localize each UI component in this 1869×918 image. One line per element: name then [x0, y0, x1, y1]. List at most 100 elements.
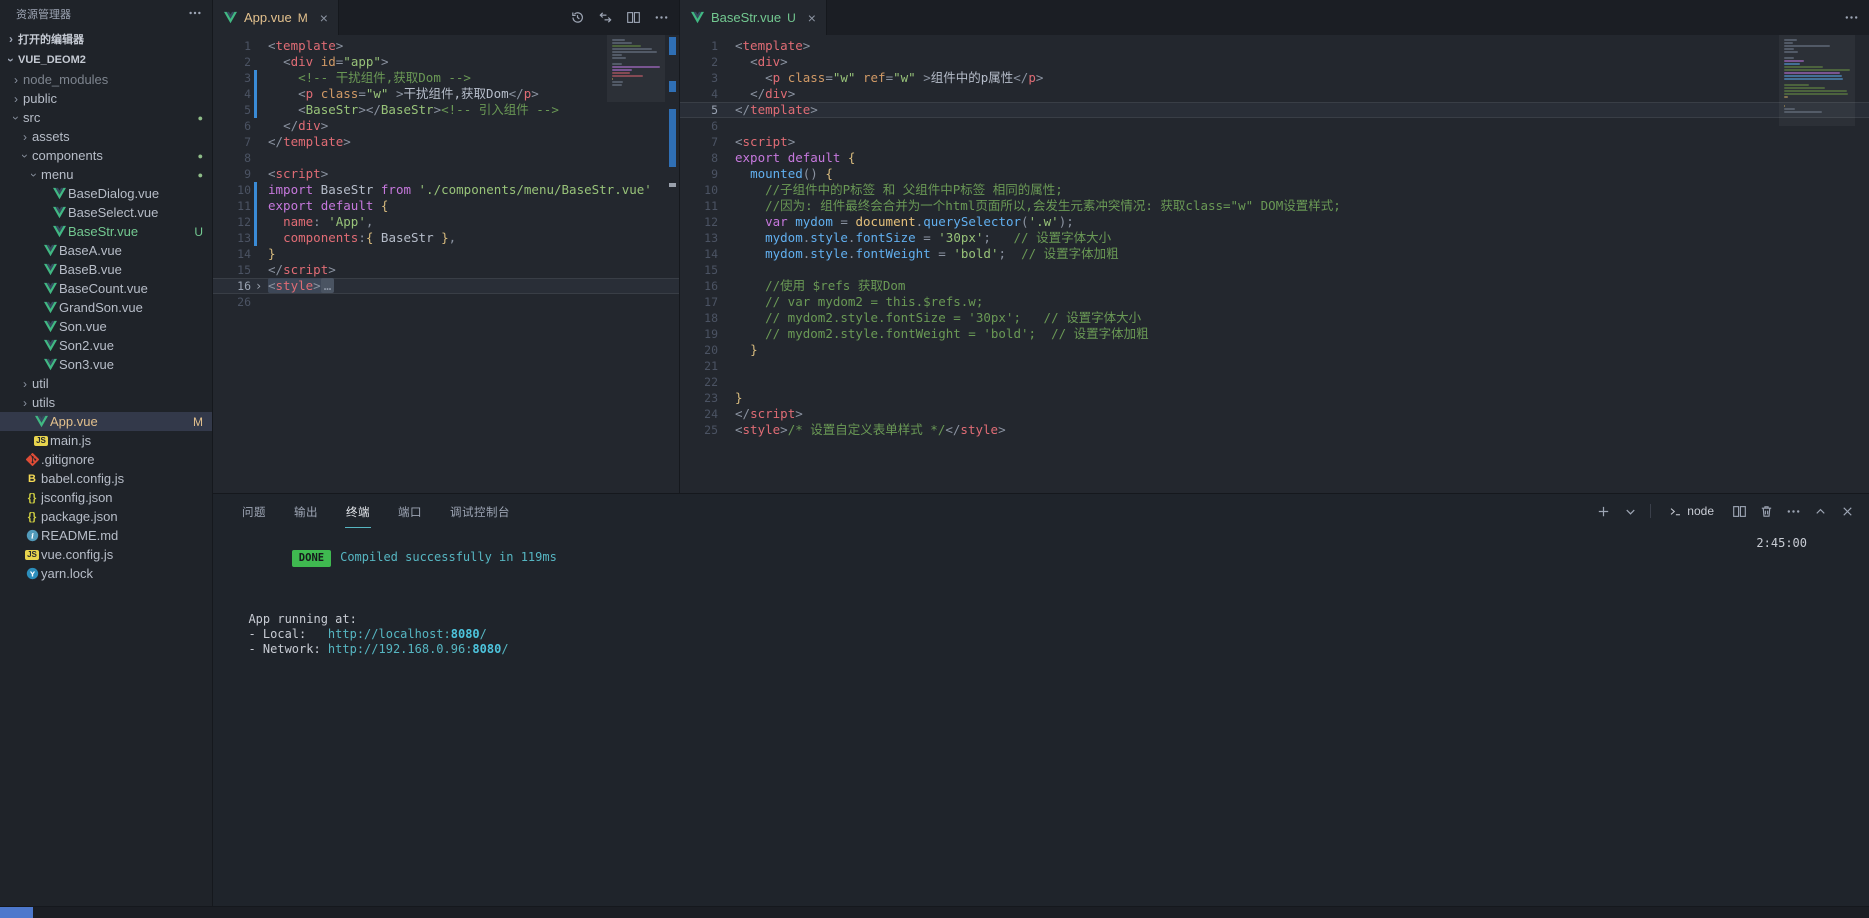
close-icon[interactable]: ×: [808, 11, 816, 25]
open-editors-section[interactable]: › 打开的编辑器: [0, 28, 212, 49]
editor-basestr-vue[interactable]: 1 <template> 2 <div> 3 <p class="w" ref="w"…: [680, 35, 1869, 493]
terminal-link[interactable]: http://192.168.0.96:: [328, 642, 473, 656]
panel-tab-输出[interactable]: 输出: [293, 495, 319, 528]
tree-item-yarn-lock[interactable]: Yyarn.lock: [0, 564, 212, 583]
ruler-decoration: [669, 37, 676, 55]
terminal-link[interactable]: http://localhost:: [328, 627, 451, 641]
tree-item-node-modules[interactable]: › node_modules: [0, 70, 212, 89]
code-line: 8 export default {: [711, 150, 856, 165]
tabbar-right: BaseStr.vue U ×: [680, 0, 1869, 35]
split-terminal-icon[interactable]: [1732, 504, 1747, 519]
maximize-panel-icon[interactable]: [1813, 504, 1828, 519]
babel-file-icon: B: [28, 472, 36, 485]
file-name: BaseA.vue: [59, 243, 122, 258]
file-name: BaseDialog.vue: [68, 186, 160, 201]
chevron-right-icon: ›: [9, 31, 13, 46]
timeline-icon[interactable]: [570, 10, 585, 25]
tree-item-main-js[interactable]: JS main.js: [0, 431, 212, 450]
close-icon[interactable]: ×: [320, 11, 328, 25]
modified-line-marker: [254, 182, 257, 198]
fold-icon[interactable]: ›: [255, 278, 262, 294]
tree-item-babel-config-js[interactable]: Bbabel.config.js: [0, 469, 212, 488]
terminal-link[interactable]: /: [480, 627, 487, 641]
more-actions-icon[interactable]: [654, 10, 669, 25]
open-changes-icon[interactable]: [598, 10, 613, 25]
remote-indicator[interactable]: [0, 907, 33, 918]
tree-item--gitignore[interactable]: .gitignore: [0, 450, 212, 469]
editor-app-vue[interactable]: 1 <template> 2 <div id="app"> 3 <!-- 干扰组件,获…: [213, 35, 679, 493]
close-panel-icon[interactable]: [1840, 504, 1855, 519]
modified-line-marker: [254, 230, 257, 246]
file-tree: › node_modules › public › src ● › assets › compone…: [0, 70, 212, 583]
tab-basestr-vue[interactable]: BaseStr.vue U ×: [680, 0, 827, 35]
terminal-instance-node[interactable]: node: [1663, 502, 1720, 520]
more-actions-icon[interactable]: [1844, 10, 1859, 25]
code-line: 20 }: [704, 342, 758, 357]
tree-item-basedialog-vue[interactable]: BaseDialog.vue: [0, 184, 212, 203]
code-line: 12 name: 'App',: [237, 214, 374, 230]
terminal-dropdown-icon[interactable]: [1623, 504, 1638, 519]
modified-line-marker: [254, 214, 257, 230]
terminal-output[interactable]: DONE Compiled successfully in 119ms 2:45:…: [213, 528, 1869, 657]
tree-item-public[interactable]: › public: [0, 89, 212, 108]
separator: [1650, 504, 1652, 518]
explorer-more-icon[interactable]: [188, 6, 202, 23]
tree-item-baseselect-vue[interactable]: BaseSelect.vue: [0, 203, 212, 222]
tree-item-assets[interactable]: › assets: [0, 127, 212, 146]
kill-terminal-icon[interactable]: [1759, 504, 1774, 519]
project-section[interactable]: › VUE_DEOM2: [0, 49, 212, 70]
panel-tab-端口[interactable]: 端口: [397, 495, 423, 528]
tree-item-app-vue[interactable]: App.vue M: [0, 412, 212, 431]
chevron-right-icon: ›: [23, 395, 27, 410]
code-line: 21: [704, 359, 718, 373]
tree-item-son2-vue[interactable]: Son2.vue: [0, 336, 212, 355]
tab-app-vue[interactable]: App.vue M ×: [213, 0, 339, 35]
new-terminal-icon[interactable]: [1596, 504, 1611, 519]
tree-item-jsconfig-json[interactable]: {} jsconfig.json: [0, 488, 212, 507]
minimap-left[interactable]: [612, 39, 664, 90]
panel-actions: node: [1596, 502, 1855, 520]
tree-item-baseb-vue[interactable]: BaseB.vue: [0, 260, 212, 279]
terminal-link[interactable]: /: [501, 642, 508, 656]
terminal-link[interactable]: 8080: [472, 642, 501, 656]
split-editor-icon[interactable]: [626, 10, 641, 25]
tree-item-son3-vue[interactable]: Son3.vue: [0, 355, 212, 374]
code-line: 24 </script>: [704, 406, 803, 421]
tree-item-basea-vue[interactable]: BaseA.vue: [0, 241, 212, 260]
panel-more-icon[interactable]: [1786, 504, 1801, 519]
vue-file-icon: [41, 244, 59, 257]
panel-tab-终端[interactable]: 终端: [345, 495, 371, 528]
panel-tab-调试控制台[interactable]: 调试控制台: [449, 495, 511, 528]
terminal-link[interactable]: 8080: [451, 627, 480, 641]
tree-item-readme-md[interactable]: i README.md: [0, 526, 212, 545]
tree-item-basestr-vue[interactable]: BaseStr.vue U: [0, 222, 212, 241]
chevron-down-icon: ›: [4, 57, 18, 62]
tree-item-vue-config-js[interactable]: JS vue.config.js: [0, 545, 212, 564]
code-line: 5 </template>: [680, 102, 1869, 118]
panel-tab-问题[interactable]: 问题: [241, 495, 267, 528]
file-name: Son.vue: [59, 319, 107, 334]
file-name: assets: [32, 129, 70, 144]
bottom-panel: 问题 输出 终端 端口 调试控制台 node DONE Compiled successf…: [213, 493, 1869, 906]
tree-item-package-json[interactable]: {} package.json: [0, 507, 212, 526]
code-line: 8: [244, 151, 251, 165]
vue-file-icon: [50, 206, 68, 219]
minimap-right[interactable]: [1784, 39, 1854, 114]
ruler-decoration: [669, 183, 676, 187]
code-line: 9 <script>: [244, 166, 329, 181]
tree-item-components[interactable]: › components ●: [0, 146, 212, 165]
tree-item-util[interactable]: › util: [0, 374, 212, 393]
tree-item-menu[interactable]: › menu ●: [0, 165, 212, 184]
code-line: 16 //使用 $refs 获取Dom: [704, 278, 906, 293]
terminal-line: - Local: http://localhost:8080/: [234, 627, 487, 641]
vue-file-icon: [41, 339, 59, 352]
chevron-down-icon: ›: [27, 172, 41, 177]
vscode-window: 资源管理器 › 打开的编辑器 › VUE_DEOM2 › node_modules…: [0, 0, 1869, 918]
tree-item-grandson-vue[interactable]: GrandSon.vue: [0, 298, 212, 317]
tree-item-src[interactable]: › src ●: [0, 108, 212, 127]
tree-item-utils[interactable]: › utils: [0, 393, 212, 412]
code-line: 10 //子组件中的P标签 和 父组件中P标签 相同的属性;: [704, 182, 1063, 197]
tree-item-son-vue[interactable]: Son.vue: [0, 317, 212, 336]
ruler-decoration: [669, 81, 676, 92]
tree-item-basecount-vue[interactable]: BaseCount.vue: [0, 279, 212, 298]
